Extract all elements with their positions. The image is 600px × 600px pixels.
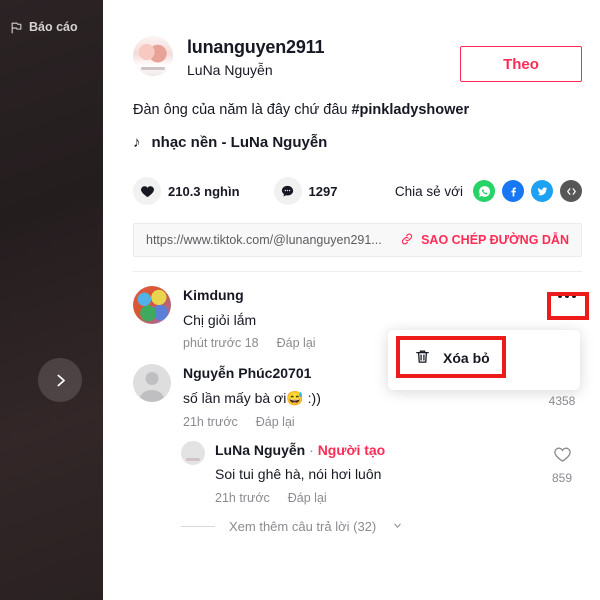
detail-panel: lunanguyen2911 LuNa Nguyễn Theo Đàn ông … [103, 0, 600, 600]
like-stat[interactable]: 210.3 nghìn [133, 177, 240, 206]
trash-icon [414, 348, 431, 368]
share-link-bar: SAO CHÉP ĐƯỜNG DẪN [133, 223, 582, 258]
share-label: Chia sẻ với [394, 183, 463, 199]
facebook-icon[interactable] [502, 180, 524, 203]
post-caption: Đàn ông của năm là đây chứ đâu #pinklady… [133, 102, 582, 118]
reply-button[interactable]: Đáp lại [256, 415, 295, 429]
next-video-button[interactable] [38, 358, 82, 402]
flag-icon [10, 21, 23, 34]
copy-label-bold: ĐƯỜNG DẪN [489, 233, 569, 248]
music-note-icon: ♪ [133, 134, 141, 152]
copy-label-plain: SAO CHÉP [421, 233, 490, 248]
dot [565, 294, 569, 299]
delete-comment-label: Xóa bỏ [443, 350, 490, 366]
report-label: Báo cáo [29, 20, 78, 34]
creator-badge: Người tạo [317, 441, 386, 458]
comment-context-menu: Xóa bỏ [388, 330, 580, 390]
view-more-replies-button[interactable]: Xem thêm câu trả lời (32) [133, 519, 582, 534]
comment-more-button[interactable] [552, 286, 582, 306]
music-title: nhạc nền - LuNa Nguyễn [151, 134, 328, 152]
like-count: 210.3 nghìn [168, 183, 240, 199]
comment-stat[interactable]: 1297 [273, 177, 338, 206]
creator-separator: · [309, 441, 314, 458]
comment-meta: 21h trước Đáp lại [215, 491, 542, 505]
comment-like-button[interactable]: 859 [542, 441, 582, 505]
follow-button[interactable]: Theo [460, 46, 582, 82]
dot [572, 294, 576, 299]
comment-text: số lần mấy bà ơi😅 :)) [183, 389, 321, 406]
video-panel: Báo cáo [0, 0, 103, 600]
chevron-right-icon [52, 372, 69, 389]
comment-like-count: 859 [551, 470, 573, 485]
copy-link-button[interactable]: SAO CHÉP ĐƯỜNG DẪN [400, 232, 569, 249]
heart-filled-icon [133, 177, 161, 206]
author-nickname: LuNa Nguyễn [187, 61, 273, 78]
comment-text: Chị giỏi lắm [183, 311, 257, 328]
commenter-avatar[interactable] [133, 286, 171, 325]
comment-meta: 21h trước Đáp lại [183, 415, 542, 429]
engagement-row: 210.3 nghìn 1297 Chia sẻ với [133, 177, 582, 206]
comment-time: 21h trước [215, 490, 270, 505]
link-icon [400, 232, 414, 249]
comment-like-count: 4358 [548, 394, 576, 409]
comment-time: phút trước 18 [183, 336, 259, 351]
author-meta: lunanguyen2911 LuNa Nguyễn [187, 36, 324, 78]
twitter-icon[interactable] [531, 180, 553, 203]
author-avatar[interactable] [133, 36, 173, 76]
comment-body: LuNa Nguyễn · Người tạo Soi tui ghê hà, … [215, 441, 542, 505]
whatsapp-icon[interactable] [473, 180, 495, 203]
tiktok-video-page: Báo cáo lunanguyen2911 LuNa Nguyễn Theo … [0, 0, 600, 600]
share-icons [473, 180, 582, 203]
commenter-name[interactable]: LuNa Nguyễn · Người tạo [215, 441, 542, 459]
caption-text: Đàn ông của năm là đây chứ đâu [133, 102, 352, 119]
dot [558, 294, 562, 299]
commenter-avatar[interactable] [133, 364, 171, 403]
commenter-name[interactable]: Kimdung [183, 286, 582, 304]
comment-text: Soi tui ghê hà, nói hơi luôn [215, 465, 382, 482]
caption-hashtag[interactable]: #pinkladyshower [351, 102, 469, 118]
commenter-name-text: LuNa Nguyễn [215, 441, 306, 458]
comment-bubble-icon [273, 177, 302, 206]
comment-reply-item: LuNa Nguyễn · Người tạo Soi tui ghê hà, … [133, 429, 582, 505]
chevron-down-icon [392, 519, 403, 534]
view-more-line [181, 525, 215, 527]
delete-comment-menu-item[interactable]: Xóa bỏ [400, 338, 516, 378]
embed-code-icon[interactable] [560, 180, 582, 203]
view-more-label: Xem thêm câu trả lời (32) [229, 518, 377, 534]
copy-link-label: SAO CHÉP ĐƯỜNG DẪN [421, 233, 569, 247]
reply-button[interactable]: Đáp lại [277, 336, 316, 350]
music-row[interactable]: ♪ nhạc nền - LuNa Nguyễn [133, 134, 582, 151]
share-link-input[interactable] [146, 233, 393, 248]
reply-button[interactable]: Đáp lại [288, 491, 327, 505]
report-button[interactable]: Báo cáo [10, 20, 78, 34]
commenter-avatar[interactable] [181, 440, 205, 465]
author-username[interactable]: lunanguyen2911 [187, 37, 324, 59]
share-group: Chia sẻ với [394, 180, 582, 203]
comment-time: 21h trước [183, 414, 238, 429]
comment-count: 1297 [308, 183, 338, 199]
heart-outline-icon [553, 447, 572, 468]
